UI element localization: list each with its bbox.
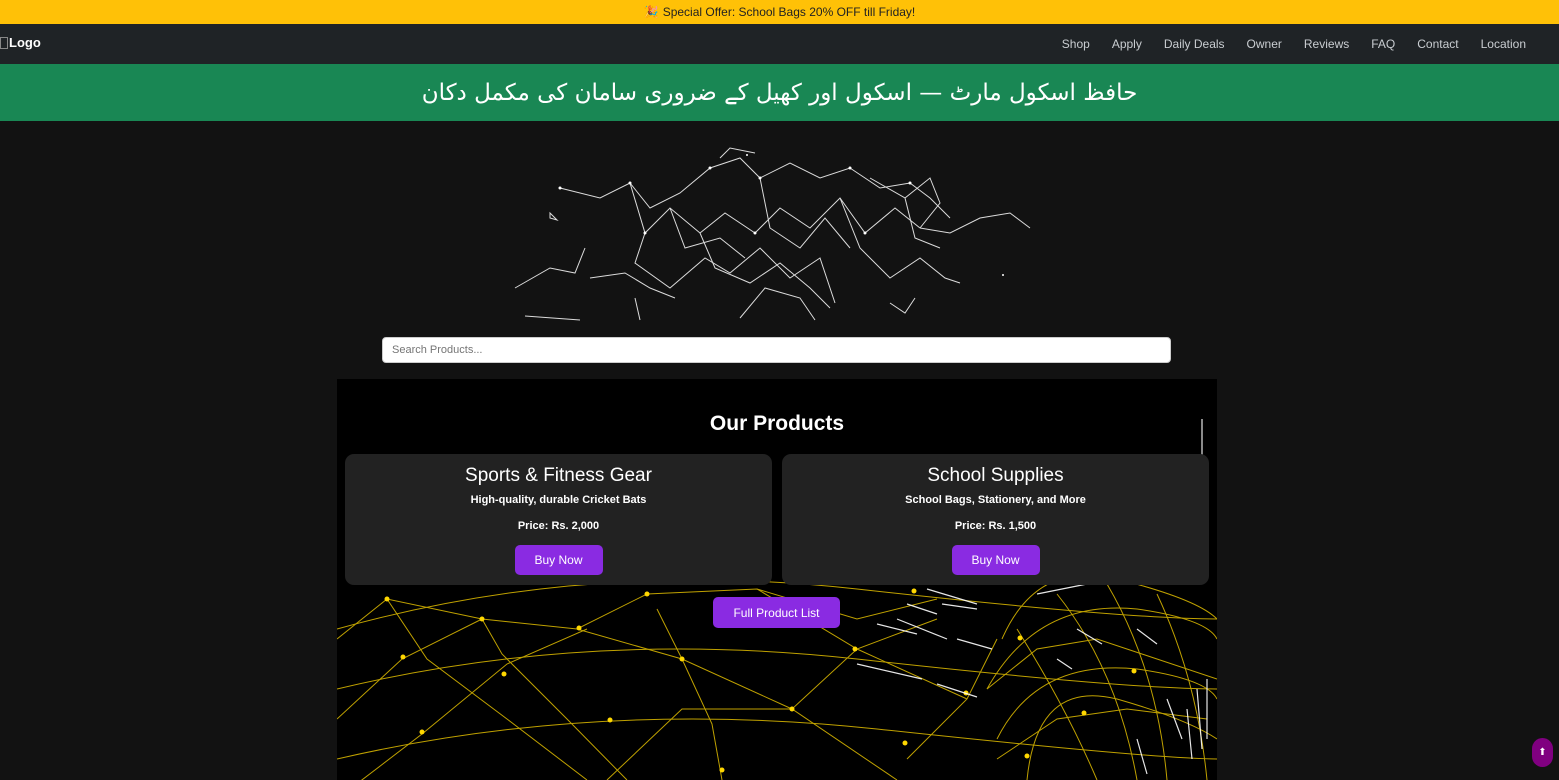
card-description: School Bags, Stationery, and More bbox=[905, 494, 1086, 506]
nav-link-owner[interactable]: Owner bbox=[1236, 24, 1293, 64]
card-title: School Supplies bbox=[927, 465, 1064, 486]
card-price: Price: Rs. 1,500 bbox=[954, 520, 1037, 532]
products-title: Our Products bbox=[709, 412, 845, 435]
search-input[interactable] bbox=[382, 337, 1171, 363]
nav-link-contact[interactable]: Contact bbox=[1406, 24, 1469, 64]
broken-image-icon bbox=[0, 36, 8, 49]
full-product-list-button[interactable]: Full Product List bbox=[713, 597, 840, 628]
arrow-up-icon: ⬆ bbox=[1538, 747, 1547, 758]
card-description: High-quality, durable Cricket Bats bbox=[470, 494, 647, 506]
nav-link-apply[interactable]: Apply bbox=[1101, 24, 1153, 64]
logo-alt-text: Logo bbox=[9, 35, 41, 50]
product-card-school-supplies: School Supplies School Bags, Stationery,… bbox=[782, 454, 1209, 585]
nav-links: Shop Apply Daily Deals Owner Reviews FAQ… bbox=[1051, 24, 1537, 64]
banner-text: حافظ اسکول مارٹ — اسکول اور کھیل کے ضرور… bbox=[421, 79, 1138, 106]
nav-link-shop[interactable]: Shop bbox=[1051, 24, 1101, 64]
party-popper-icon: 🎉 bbox=[643, 5, 659, 19]
search-box bbox=[382, 337, 1171, 363]
product-card-sports: Sports & Fitness Gear High-quality, dura… bbox=[345, 454, 772, 585]
navbar: Logo Shop Apply Daily Deals Owner Review… bbox=[0, 24, 1559, 64]
products-section: Our Products Sports & Fitness Gear High-… bbox=[337, 379, 1217, 780]
card-price: Price: Rs. 2,000 bbox=[517, 520, 600, 532]
scroll-to-top-button[interactable]: ⬆ bbox=[1532, 738, 1553, 767]
nav-link-daily-deals[interactable]: Daily Deals bbox=[1153, 24, 1236, 64]
card-title: Sports & Fitness Gear bbox=[465, 465, 652, 486]
nav-link-reviews[interactable]: Reviews bbox=[1293, 24, 1360, 64]
offer-text: Special Offer: School Bags 20% OFF till … bbox=[662, 5, 916, 19]
nav-link-faq[interactable]: FAQ bbox=[1360, 24, 1406, 64]
logo[interactable]: Logo bbox=[0, 35, 41, 50]
offer-bar: 🎉 Special Offer: School Bags 20% OFF til… bbox=[0, 0, 1559, 24]
buy-now-button[interactable]: Buy Now bbox=[951, 545, 1040, 575]
urdu-banner: حافظ اسکول مارٹ — اسکول اور کھیل کے ضرور… bbox=[0, 64, 1559, 121]
buy-now-button[interactable]: Buy Now bbox=[514, 545, 603, 575]
particle-network-animation bbox=[514, 147, 1031, 321]
nav-link-location[interactable]: Location bbox=[1470, 24, 1537, 64]
